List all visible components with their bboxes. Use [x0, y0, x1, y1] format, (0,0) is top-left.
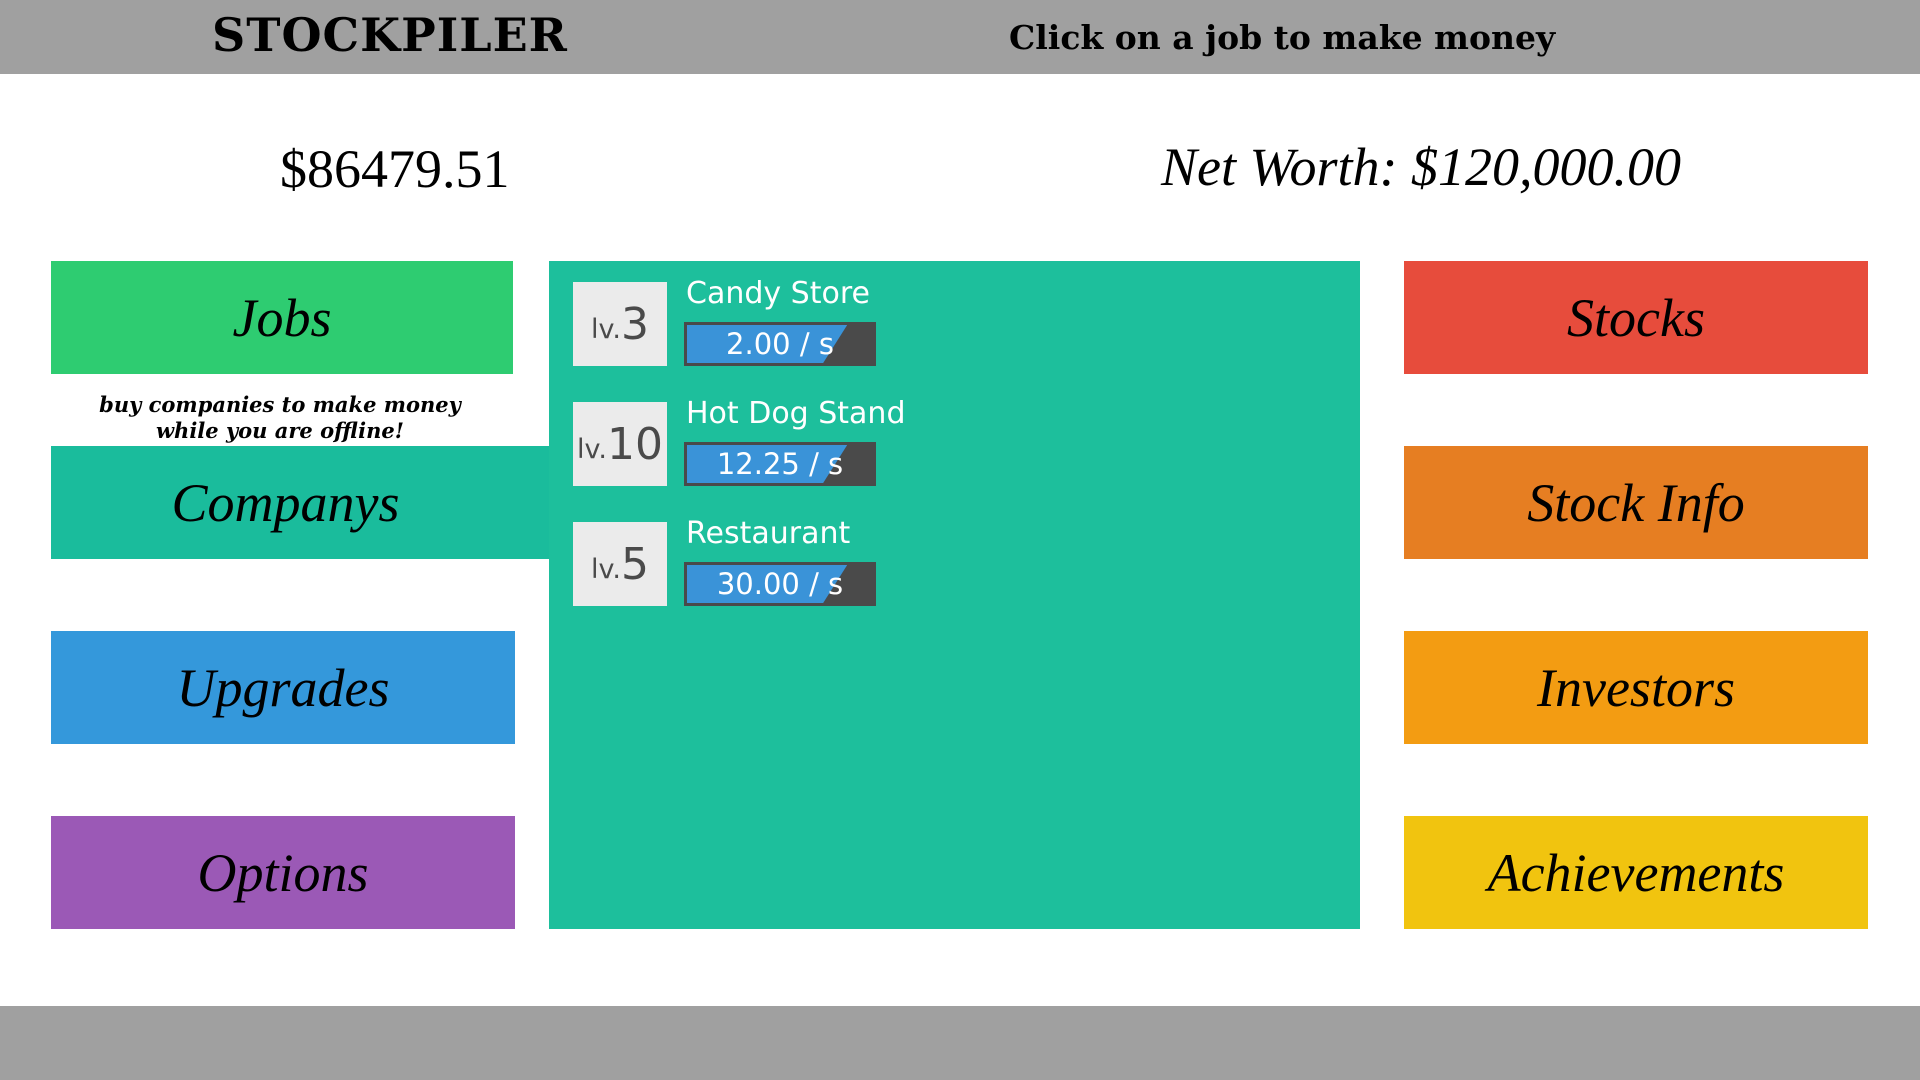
money-display: $86479.51 — [280, 139, 510, 199]
stocks-button[interactable]: Stocks — [1404, 261, 1868, 374]
stock-info-button[interactable]: Stock Info — [1404, 446, 1868, 559]
company-name: Restaurant — [686, 516, 851, 551]
jobs-button-label: Jobs — [232, 287, 332, 348]
level-number: 5 — [620, 538, 649, 590]
level-prefix: lv. — [577, 433, 607, 465]
level-number: 3 — [620, 298, 649, 350]
offline-note: buy companies to make money while you ar… — [50, 392, 510, 444]
level-badge: lv. 3 — [573, 282, 667, 366]
income-progress-bar: 30.00 / s — [684, 562, 876, 606]
jobs-button[interactable]: Jobs — [51, 261, 513, 374]
companys-button[interactable]: Companys — [51, 446, 550, 559]
income-rate: 30.00 / s — [716, 567, 844, 601]
company-name: Hot Dog Stand — [686, 396, 906, 431]
achievements-button-label: Achievements — [1487, 842, 1785, 903]
game-title: STOCKPILER — [212, 8, 568, 62]
level-number: 10 — [606, 418, 663, 470]
company-row[interactable]: lv. 3 Candy Store 2.00 / s — [573, 276, 973, 368]
investors-button-label: Investors — [1537, 657, 1735, 718]
level-prefix: lv. — [591, 313, 621, 345]
stocks-button-label: Stocks — [1567, 287, 1705, 348]
company-name: Candy Store — [686, 276, 870, 311]
upgrades-button-label: Upgrades — [176, 657, 390, 718]
upgrades-button[interactable]: Upgrades — [51, 631, 515, 744]
level-badge: lv. 10 — [573, 402, 667, 486]
options-button-label: Options — [197, 842, 369, 903]
offline-note-line2: while you are offline! — [155, 418, 404, 443]
bottom-bar — [0, 1006, 1920, 1080]
income-progress-bar: 2.00 / s — [684, 322, 876, 366]
hint-text: Click on a job to make money — [1009, 18, 1556, 57]
income-progress-bar: 12.25 / s — [684, 442, 876, 486]
investors-button[interactable]: Investors — [1404, 631, 1868, 744]
company-row[interactable]: lv. 10 Hot Dog Stand 12.25 / s — [573, 396, 973, 488]
options-button[interactable]: Options — [51, 816, 515, 929]
achievements-button[interactable]: Achievements — [1404, 816, 1868, 929]
level-prefix: lv. — [591, 553, 621, 585]
stock-info-button-label: Stock Info — [1527, 472, 1745, 533]
net-worth-display: Net Worth: $120,000.00 — [1161, 137, 1682, 197]
level-badge: lv. 5 — [573, 522, 667, 606]
income-rate: 12.25 / s — [716, 447, 844, 481]
offline-note-line1: buy companies to make money — [99, 392, 461, 417]
income-rate: 2.00 / s — [726, 327, 834, 361]
companys-button-label: Companys — [171, 472, 400, 533]
company-row[interactable]: lv. 5 Restaurant 30.00 / s — [573, 516, 973, 608]
